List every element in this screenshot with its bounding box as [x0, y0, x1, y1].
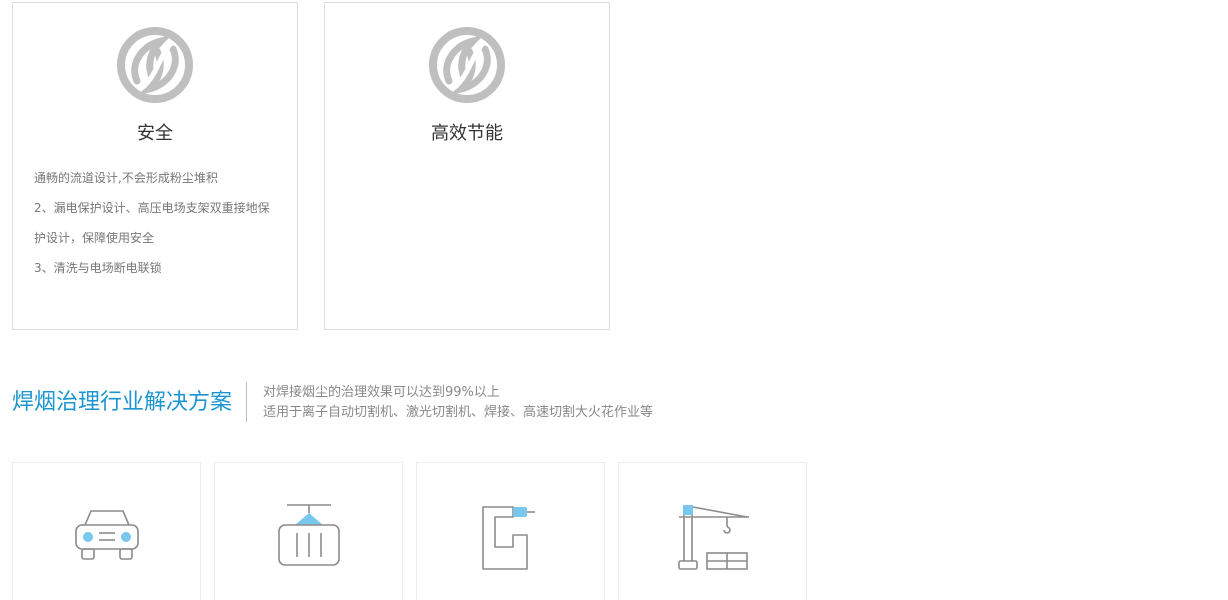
section-title: 焊烟治理行业解决方案	[12, 390, 233, 415]
feature-card-efficiency: 高效节能	[324, 2, 610, 330]
solution-tile-gantry-crane[interactable]	[214, 462, 403, 600]
cnc-machine-icon	[482, 506, 535, 570]
solution-tile-cnc-machine[interactable]	[416, 462, 605, 600]
swirl-logo-icon	[429, 27, 505, 103]
feature-line: 2、漏电保护设计、高压电场支架双重接地保	[34, 201, 270, 215]
feature-description: 通畅的流道设计,不会形成粉尘堆积 2、漏电保护设计、高压电场支架双重接地保 护设…	[34, 163, 282, 283]
tower-crane-icon	[678, 505, 749, 570]
feature-line: 通畅的流道设计,不会形成粉尘堆积	[34, 171, 218, 185]
feature-title: 安全	[137, 123, 173, 144]
feature-title: 高效节能	[431, 123, 503, 144]
car-icon	[75, 510, 139, 560]
page: 安全 通畅的流道设计,不会形成粉尘堆积 2、漏电保护设计、高压电场支架双重接地保…	[0, 0, 1228, 600]
feature-line: 3、清洗与电场断电联锁	[34, 261, 162, 275]
feature-line: 护设计，保障使用安全	[34, 231, 155, 245]
gantry-crane-icon	[278, 504, 340, 566]
feature-card-safety: 安全 通畅的流道设计,不会形成粉尘堆积 2、漏电保护设计、高压电场支架双重接地保…	[12, 2, 298, 330]
swirl-logo-icon	[117, 27, 193, 103]
solution-tile-car[interactable]	[12, 462, 201, 600]
section-divider	[246, 382, 247, 422]
solution-tile-tower-crane[interactable]	[618, 462, 807, 600]
subtitle-line: 对焊接烟尘的治理效果可以达到99%以上	[263, 385, 500, 400]
section-subtitle: 对焊接烟尘的治理效果可以达到99%以上 适用于离子自动切割机、激光切割机、焊接、…	[263, 383, 653, 423]
subtitle-line: 适用于离子自动切割机、激光切割机、焊接、高速切割大火花作业等	[263, 405, 654, 420]
